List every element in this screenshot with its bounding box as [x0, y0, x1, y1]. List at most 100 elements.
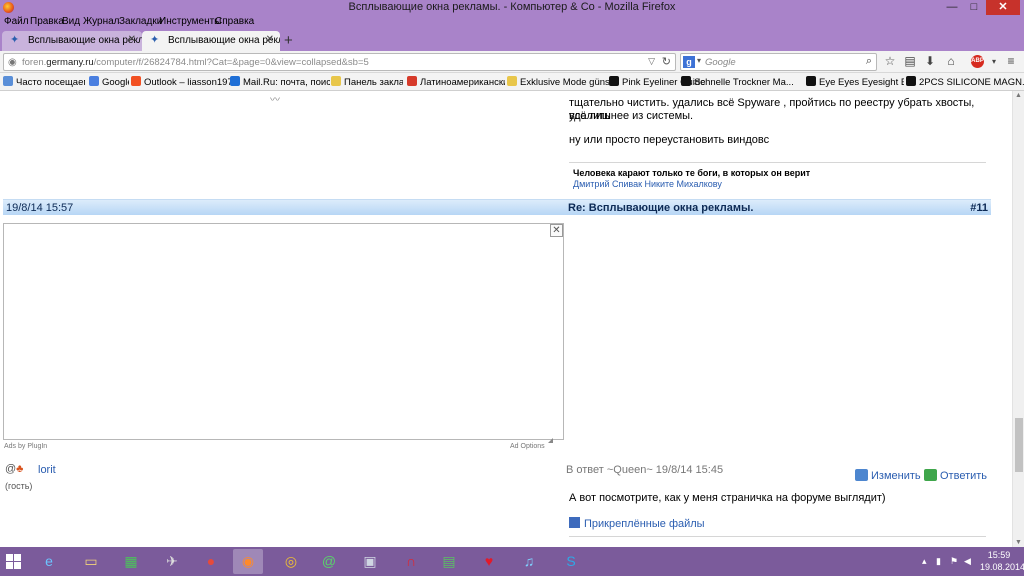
media-icon[interactable]: ●	[196, 549, 226, 574]
site-icon	[609, 76, 619, 86]
user-avatar-icon: ♣	[16, 463, 24, 475]
close-button[interactable]: ✕	[986, 0, 1020, 15]
app-magnet-icon[interactable]: ∩	[396, 549, 426, 574]
minimize-button[interactable]: —	[942, 0, 962, 15]
menu-bookmarks[interactable]: Закладки	[119, 16, 162, 27]
title-bar: Всплывающие окна рекламы. - Компьютер & …	[0, 0, 1024, 15]
adblock-dropdown-icon[interactable]: ▾	[986, 57, 1002, 66]
bookmark-star-icon[interactable]: ☆	[882, 54, 898, 68]
tray-flag-icon[interactable]: ⚑	[950, 556, 958, 567]
address-url: foren.germany.ru/computer/f/26824784.htm…	[22, 57, 369, 68]
heart-app-icon[interactable]: ♥	[474, 549, 504, 574]
taskbar-clock[interactable]: 15:59 19.08.2014	[980, 549, 1024, 573]
history-dropdown-icon[interactable]: ▽	[648, 56, 655, 67]
tab-close-icon[interactable]: ✕	[266, 34, 274, 45]
search-input[interactable]: Google	[705, 57, 736, 68]
bookmark-exklusive[interactable]: Exklusive Mode günsti...	[507, 76, 611, 88]
windows-logo-icon	[131, 76, 141, 86]
edit-button[interactable]: Изменить	[855, 469, 921, 482]
google-icon	[89, 76, 99, 86]
store-icon[interactable]: ▦	[116, 549, 146, 574]
maximize-button[interactable]: □	[964, 0, 984, 15]
home-icon[interactable]: ⌂	[943, 54, 959, 68]
bookmark-schnelle[interactable]: Schnelle Trockner Ma...	[681, 76, 801, 88]
ad-frame[interactable]	[3, 223, 564, 440]
bookmark-google[interactable]: Google	[89, 76, 129, 88]
reply-button[interactable]: Ответить	[924, 469, 987, 482]
ad-options-link[interactable]: Ad Options	[510, 443, 545, 450]
search-engine-dropdown-icon[interactable]: ▾	[697, 56, 701, 65]
signature-text: Человека карают только те боги, в которы…	[573, 168, 811, 178]
user-name-link[interactable]: lorit	[38, 464, 56, 476]
tab-2[interactable]: ✦ Всплывающие окна рекл... ✕	[142, 31, 280, 51]
bookmark-most-visited[interactable]: Часто посещаемые	[3, 76, 85, 88]
forum-favicon-icon: ✦	[150, 34, 160, 46]
spreadsheet-icon[interactable]: ▤	[434, 549, 464, 574]
reload-icon[interactable]: ↻	[662, 55, 671, 68]
menu-view[interactable]: Вид	[62, 16, 80, 27]
globe-icon: ◉	[8, 57, 17, 68]
signature-link[interactable]: Дмитрий Спивак Никите Михалкову	[573, 179, 722, 189]
ie-icon[interactable]: e	[34, 549, 64, 574]
forum-favicon-icon: ✦	[10, 34, 20, 46]
signature-divider	[569, 162, 986, 163]
site-icon	[407, 76, 417, 86]
scrollbar-thumb[interactable]	[1015, 418, 1023, 472]
mailru-icon	[230, 76, 240, 86]
firefox-taskbar-icon[interactable]: ◉	[233, 549, 263, 574]
search-box[interactable]: g ▾ Google ⌕	[680, 53, 877, 71]
file-explorer-icon[interactable]: ▭	[76, 549, 106, 574]
scroll-down-icon[interactable]: ▼	[1015, 539, 1022, 546]
search-icon[interactable]: ⌕	[866, 55, 872, 68]
menu-tools[interactable]: Инструменты	[159, 16, 221, 27]
reply-to-text[interactable]: В ответ ~Queen~ 19/8/14 15:45	[566, 464, 723, 476]
bookmark-eye-eyes[interactable]: Eye Eyes Eyesight Exer...	[806, 76, 904, 88]
bookmark-panel[interactable]: Панель закладок	[331, 76, 403, 88]
ad-close-icon[interactable]: ✕	[550, 224, 563, 237]
bookmark-silicone[interactable]: 2PCS SILICONE MAGN...	[906, 76, 1024, 88]
network-app-icon[interactable]: ✈	[157, 549, 187, 574]
tray-chevron-icon[interactable]: ▴	[922, 556, 927, 567]
tab-close-icon[interactable]: ✕	[128, 34, 136, 45]
adblock-icon[interactable]: ABP	[971, 55, 984, 68]
menu-edit[interactable]: Правка	[30, 16, 64, 27]
address-bar[interactable]: ◉ foren.germany.ru/computer/f/26824784.h…	[3, 53, 676, 71]
folder-icon	[507, 76, 517, 86]
bookmark-mailru[interactable]: Mail.Ru: почта, поиск ...	[230, 76, 330, 88]
app-window-icon[interactable]: ▣	[355, 549, 385, 574]
clock-date: 19.08.2014	[980, 562, 1024, 572]
user-role: (гость)	[5, 481, 33, 491]
bookmarks-menu-icon[interactable]: ▤	[902, 54, 918, 68]
chrome-icon[interactable]: ◎	[276, 549, 306, 574]
skype-icon[interactable]: S	[556, 549, 586, 574]
previous-post-line-3: ну или просто переустановить виндовс	[569, 134, 770, 146]
post-subject[interactable]: Re: Всплывающие окна рекламы.	[568, 202, 753, 214]
ads-by-label[interactable]: Ads by PlugIn	[4, 443, 47, 450]
bookmark-outlook[interactable]: Outlook – liasson197...	[131, 76, 239, 88]
ad-corner-icon	[548, 438, 553, 443]
download-icon[interactable]: ⬇	[922, 54, 938, 68]
start-button[interactable]	[6, 554, 22, 570]
google-icon[interactable]: g	[683, 56, 695, 68]
mail-agent-icon[interactable]: @	[314, 549, 344, 574]
menu-bar: Файл Правка Вид Журнал Закладки Инструме…	[0, 15, 1024, 29]
tab-1[interactable]: ✦ Всплывающие окна рекл... ✕	[2, 31, 142, 51]
reply-icon	[924, 469, 937, 481]
tray-network-icon[interactable]: ▮	[936, 556, 941, 567]
menu-file[interactable]: Файл	[4, 16, 29, 27]
music-app-icon[interactable]: ♫	[514, 549, 544, 574]
menu-help[interactable]: Справка	[215, 16, 254, 27]
bookmark-latin[interactable]: Латиноамериканские...	[407, 76, 505, 88]
clock-time: 15:59	[987, 550, 1011, 560]
folder-icon	[331, 76, 341, 86]
page-scrollbar[interactable]: ▲ ▼	[1012, 91, 1024, 547]
tray-volume-icon[interactable]: ◀	[964, 556, 971, 567]
attachments-link[interactable]: Прикреплённые файлы	[569, 517, 705, 530]
post-number[interactable]: #11	[970, 202, 988, 214]
new-tab-button[interactable]: +	[284, 32, 293, 49]
menu-history[interactable]: Журнал	[83, 16, 120, 27]
post-date: 19/8/14 15:57	[6, 202, 74, 214]
scroll-up-icon[interactable]: ▲	[1015, 92, 1022, 99]
decorative-scribble-icon: 〰	[270, 95, 280, 106]
menu-icon[interactable]: ≡	[1003, 54, 1019, 68]
